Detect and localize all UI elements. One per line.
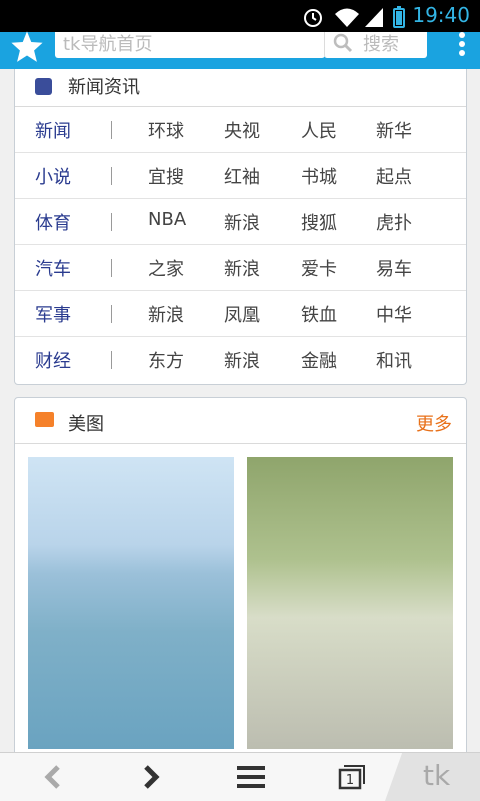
news-link[interactable]: 金融 [301, 347, 337, 373]
star-icon[interactable] [10, 30, 44, 64]
news-category[interactable]: 体育 [35, 209, 71, 235]
divider [111, 213, 112, 231]
news-link[interactable]: 虎扑 [376, 209, 412, 235]
news-link[interactable]: 起点 [376, 163, 412, 189]
tabs-icon[interactable]: 1 [320, 753, 380, 801]
news-link[interactable]: NBA [148, 209, 186, 230]
news-link[interactable]: 爱卡 [301, 255, 337, 281]
search-icon [333, 33, 353, 53]
news-row: 财经 东方 新浪 金融 和讯 [15, 337, 466, 382]
news-link[interactable]: 新浪 [224, 255, 260, 281]
news-category[interactable]: 财经 [35, 347, 71, 373]
news-link[interactable]: 搜狐 [301, 209, 337, 235]
news-category[interactable]: 军事 [35, 301, 71, 327]
news-row: 汽车 之家 新浪 爱卡 易车 [15, 245, 466, 291]
divider [111, 259, 112, 277]
news-link[interactable]: 新浪 [224, 347, 260, 373]
image-icon [35, 412, 54, 427]
news-link[interactable]: 之家 [148, 255, 184, 281]
divider [111, 121, 112, 139]
wifi-icon [335, 8, 359, 27]
news-link[interactable]: 和讯 [376, 347, 412, 373]
news-link[interactable]: 易车 [376, 255, 412, 281]
news-link[interactable]: 宜搜 [148, 163, 184, 189]
news-title: 新闻资讯 [68, 77, 140, 98]
news-category[interactable]: 小说 [35, 163, 71, 189]
browser-toolbar: tk导航首页 搜索 [0, 30, 480, 69]
news-row: 新闻 环球 央视 人民 新华 [15, 107, 466, 153]
address-bar[interactable]: tk导航首页 [55, 32, 325, 58]
news-link[interactable]: 新浪 [148, 301, 184, 327]
photo-thumbnail[interactable] [247, 457, 453, 749]
divider [111, 351, 112, 369]
news-link[interactable]: 凤凰 [224, 301, 260, 327]
menu-icon[interactable] [221, 753, 281, 801]
brand-logo: tk [423, 759, 451, 792]
news-link[interactable]: 中华 [376, 301, 412, 327]
divider [111, 167, 112, 185]
rss-icon [35, 78, 52, 95]
news-row: 军事 新浪 凤凰 铁血 中华 [15, 291, 466, 337]
bottom-nav: 1 tk [0, 752, 480, 801]
status-bar: 19:40 [0, 0, 480, 32]
search-placeholder: 搜索 [363, 34, 399, 55]
news-link[interactable]: 铁血 [301, 301, 337, 327]
news-link[interactable]: 新浪 [224, 209, 260, 235]
news-link[interactable]: 新华 [376, 117, 412, 143]
battery-icon [393, 6, 405, 28]
address-text: tk导航首页 [63, 34, 153, 55]
news-category[interactable]: 新闻 [35, 117, 71, 143]
news-link[interactable]: 书城 [301, 163, 337, 189]
page-content: 新闻资讯 新闻 环球 央视 人民 新华小说 宜搜 红袖 书城 起点体育 NBA 新浪 搜狐 虎扑汽车 之家… [0, 69, 480, 752]
back-icon[interactable] [24, 753, 84, 801]
photos-card: 美图 更多 [14, 397, 467, 752]
alarm-icon [304, 9, 322, 27]
search-input[interactable]: 搜索 [324, 32, 427, 58]
brand-button[interactable]: tk [385, 753, 480, 801]
news-row: 小说 宜搜 红袖 书城 起点 [15, 153, 466, 199]
photo-thumbnail[interactable] [28, 457, 234, 749]
photos-header: 美图 更多 [15, 398, 466, 444]
news-link[interactable]: 央视 [224, 117, 260, 143]
overflow-menu-icon[interactable] [458, 32, 466, 58]
clock: 19:40 [412, 3, 470, 27]
forward-icon[interactable] [120, 753, 180, 801]
news-link[interactable]: 环球 [148, 117, 184, 143]
news-link[interactable]: 东方 [148, 347, 184, 373]
news-category[interactable]: 汽车 [35, 255, 71, 281]
signal-icon [365, 8, 383, 27]
news-link[interactable]: 红袖 [224, 163, 260, 189]
news-card: 新闻资讯 新闻 环球 央视 人民 新华小说 宜搜 红袖 书城 起点体育 NBA 新浪 搜狐 虎扑汽车 之家… [14, 69, 467, 385]
news-header: 新闻资讯 [15, 69, 466, 107]
divider [111, 305, 112, 323]
tab-count: 1 [346, 773, 354, 788]
more-link[interactable]: 更多 [416, 410, 452, 436]
news-row: 体育 NBA 新浪 搜狐 虎扑 [15, 199, 466, 245]
news-link[interactable]: 人民 [301, 117, 337, 143]
photos-title: 美图 [68, 414, 104, 435]
